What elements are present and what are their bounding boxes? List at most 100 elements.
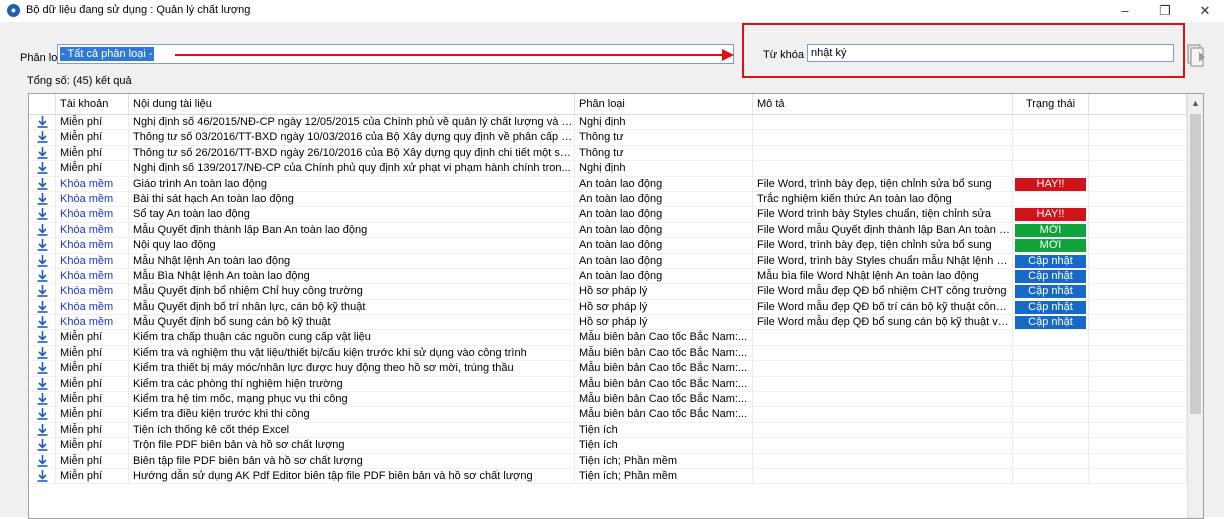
status-cell	[1013, 376, 1089, 393]
document-description	[753, 376, 1013, 393]
account-type: Miễn phí	[56, 407, 129, 423]
document-description: Mẫu bìa file Word Nhật lệnh An toàn lao …	[753, 268, 1013, 285]
download-icon	[37, 393, 48, 405]
download-button[interactable]	[29, 299, 56, 316]
status-badge-capnhat: Cập nhật	[1015, 300, 1086, 314]
table-row[interactable]: Miễn phí Kiểm tra chấp thuận các nguồn cu…	[29, 330, 1187, 346]
search-button[interactable]	[1185, 42, 1207, 68]
table-row[interactable]: Miễn phí Kiểm tra điều kiện trước khi thi…	[29, 407, 1187, 423]
extra-cell	[1089, 268, 1187, 285]
status-badge-moi: MỚI	[1015, 239, 1086, 253]
download-button[interactable]	[29, 130, 56, 146]
document-category: Tiện ích	[575, 422, 753, 439]
download-button[interactable]	[29, 253, 56, 269]
status-cell: Cập nhật	[1013, 268, 1089, 285]
table-row[interactable]: Miễn phí Tiện ích thống kê cốt thép Excel…	[29, 422, 1187, 439]
table-row[interactable]: Khóa mềm Bài thi sát hạch An toàn lao độn…	[29, 191, 1187, 208]
table-row[interactable]: Khóa mềm Giáo trình An toàn lao động An to…	[29, 176, 1187, 192]
download-button[interactable]	[29, 438, 56, 454]
restore-button[interactable]: ❐	[1150, 1, 1180, 21]
status-cell	[1013, 422, 1089, 439]
header-account[interactable]: Tài khoản	[56, 94, 129, 114]
document-description: Trắc nghiệm kiến thức An toàn lao động	[753, 191, 1013, 208]
table-row[interactable]: Miễn phí Thông tư số 03/2016/TT-BXD ngày …	[29, 130, 1187, 146]
header-name[interactable]: Nội dung tài liệu	[129, 94, 575, 114]
scroll-thumb[interactable]	[1190, 114, 1201, 414]
document-description	[753, 453, 1013, 469]
table-row[interactable]: Khóa mềm Mẫu Quyết định bổ sung cán bộ kỹ…	[29, 315, 1187, 331]
status-cell	[1013, 453, 1089, 469]
download-icon	[37, 469, 48, 482]
status-badge-hay: HAY!!	[1015, 208, 1086, 222]
table-row[interactable]: Miễn phí Thông tư số 26/2016/TT-BXD ngày …	[29, 145, 1187, 162]
table-row[interactable]: Khóa mềm Mẫu Nhật lệnh An toàn lao động An…	[29, 253, 1187, 269]
close-button[interactable]: ✕	[1190, 1, 1220, 21]
document-table: Tài khoản Nội dung tài liệu Phân loại Mô…	[28, 93, 1204, 519]
extra-cell	[1089, 438, 1187, 454]
keyword-input[interactable]: nhật ký	[807, 44, 1174, 62]
download-button[interactable]	[29, 161, 56, 177]
table-row[interactable]: Khóa mềm Mẫu Bìa Nhật lệnh An toàn lao độ…	[29, 268, 1187, 285]
document-name: Kiểm tra và nghiệm thu vật liệu/thiết bị…	[129, 345, 575, 362]
header-category[interactable]: Phân loại	[575, 94, 753, 114]
download-button[interactable]	[29, 268, 56, 285]
table-row[interactable]: Khóa mềm Sổ tay An toàn lao động An toàn l…	[29, 207, 1187, 223]
download-button[interactable]	[29, 468, 56, 485]
download-button[interactable]	[29, 376, 56, 393]
document-name: Nghị định số 46/2015/NĐ-CP ngày 12/05/20…	[129, 115, 575, 131]
vertical-scrollbar[interactable]: ▲	[1187, 94, 1203, 518]
download-button[interactable]	[29, 191, 56, 208]
download-button[interactable]	[29, 284, 56, 300]
extra-cell	[1089, 222, 1187, 239]
header-description[interactable]: Mô tả	[753, 94, 1013, 114]
scroll-up-icon[interactable]: ▲	[1188, 96, 1203, 110]
table-row[interactable]: Miễn phí Kiểm tra và nghiệm thu vật liệu/…	[29, 345, 1187, 362]
status-cell	[1013, 130, 1089, 146]
table-row[interactable]: Khóa mềm Mẫu Quyết định bố trí nhân lực, …	[29, 299, 1187, 316]
account-type: Miễn phí	[56, 130, 129, 146]
download-button[interactable]	[29, 422, 56, 439]
document-category: Hồ sơ pháp lý	[575, 315, 753, 331]
minimize-button[interactable]: –	[1110, 1, 1140, 21]
download-icon	[37, 316, 48, 328]
header-status[interactable]: Trạng thái	[1013, 94, 1089, 114]
account-type: Miễn phí	[56, 392, 129, 408]
download-button[interactable]	[29, 207, 56, 223]
document-category: Hồ sơ pháp lý	[575, 284, 753, 300]
table-row[interactable]: Miễn phí Trộn file PDF biên bản và hồ sơ …	[29, 438, 1187, 454]
status-cell: Cập nhật	[1013, 315, 1089, 331]
download-button[interactable]	[29, 315, 56, 331]
table-row[interactable]: Khóa mềm Mẫu Quyết định thành lập Ban An …	[29, 222, 1187, 239]
download-button[interactable]	[29, 407, 56, 423]
table-row[interactable]: Miễn phí Hướng dẫn sử dụng AK Pdf Editor …	[29, 468, 1187, 485]
table-row[interactable]: Miễn phí Biên tập file PDF biên bản và hồ…	[29, 453, 1187, 469]
table-row[interactable]: Miễn phí Nghị định số 139/2017/NĐ-CP của …	[29, 161, 1187, 177]
download-button[interactable]	[29, 176, 56, 192]
download-button[interactable]	[29, 453, 56, 469]
download-button[interactable]	[29, 115, 56, 131]
table-row[interactable]: Khóa mềm Nội quy lao động An toàn lao động…	[29, 238, 1187, 254]
status-cell: Cập nhật	[1013, 284, 1089, 300]
download-button[interactable]	[29, 330, 56, 346]
download-button[interactable]	[29, 361, 56, 377]
download-button[interactable]	[29, 222, 56, 239]
status-badge-hay: HAY!!	[1015, 177, 1086, 191]
download-button[interactable]	[29, 345, 56, 362]
table-row[interactable]: Khóa mềm Mẫu Quyết định bổ nhiệm Chỉ huy …	[29, 284, 1187, 300]
extra-cell	[1089, 407, 1187, 423]
document-category: Hồ sơ pháp lý	[575, 299, 753, 316]
download-button[interactable]	[29, 238, 56, 254]
table-row[interactable]: Miễn phí Kiểm tra thiết bị máy móc/nhân l…	[29, 361, 1187, 377]
download-icon	[37, 423, 48, 436]
status-cell	[1013, 145, 1089, 162]
download-icon	[37, 254, 48, 267]
table-row[interactable]: Miễn phí Kiểm tra các phòng thí nghiệm hi…	[29, 376, 1187, 393]
download-button[interactable]	[29, 145, 56, 162]
extra-cell	[1089, 376, 1187, 393]
result-count: Tổng số: (45) kết quả	[27, 75, 132, 87]
table-row[interactable]: Miễn phí Kiểm tra hệ tim mốc, mạng phục v…	[29, 392, 1187, 408]
download-button[interactable]	[29, 392, 56, 408]
account-type: Miễn phí	[56, 361, 129, 377]
download-icon	[37, 346, 48, 359]
table-row[interactable]: Miễn phí Nghị định số 46/2015/NĐ-CP ngày …	[29, 115, 1187, 131]
